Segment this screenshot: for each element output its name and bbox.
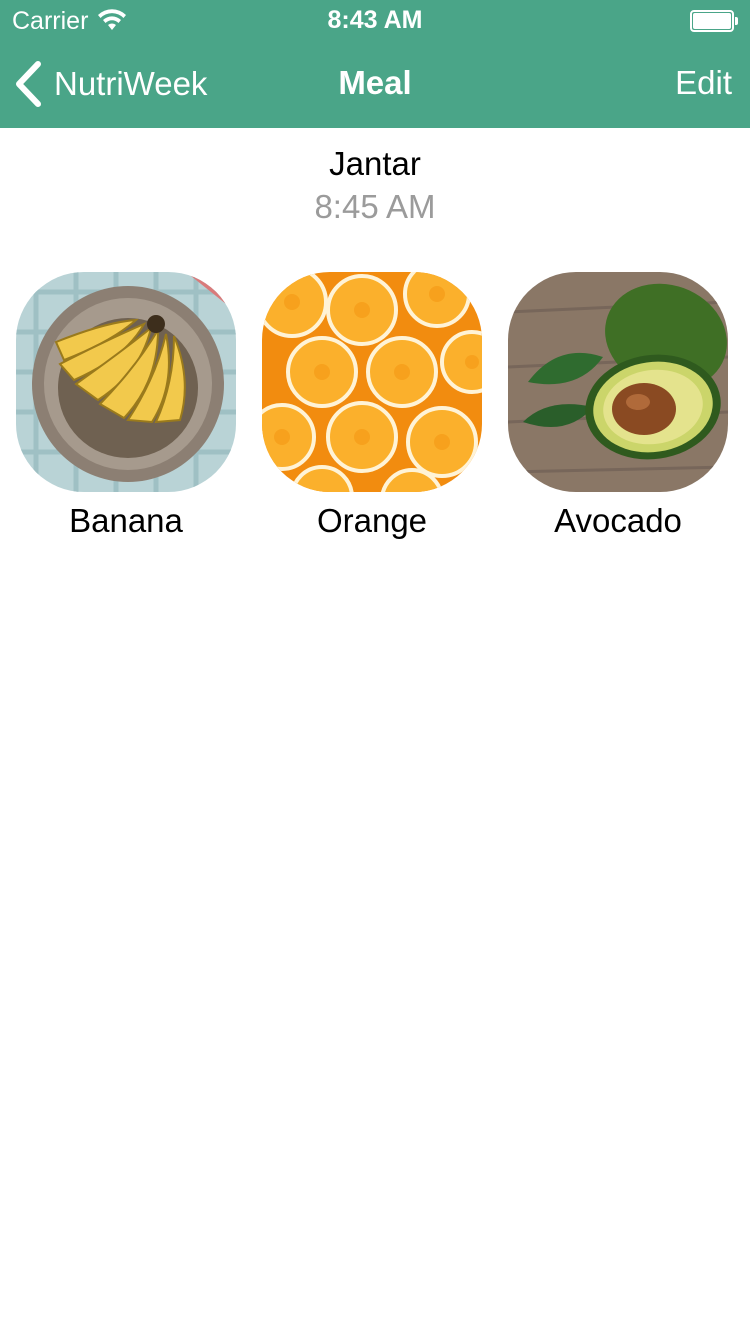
navigation-header: Carrier 8:43 AM NutriWeek Meal Edit bbox=[0, 0, 750, 128]
food-label-banana: Banana bbox=[69, 502, 183, 539]
nav-bar: NutriWeek Meal Edit bbox=[0, 40, 750, 128]
food-label-avocado: Avocado bbox=[554, 502, 682, 539]
banana-photo bbox=[16, 272, 236, 492]
status-bar: Carrier 8:43 AM bbox=[0, 0, 750, 40]
page-title: Meal bbox=[338, 64, 412, 101]
meal-time: 8:45 AM bbox=[314, 188, 436, 225]
food-label-orange: Orange bbox=[316, 502, 428, 539]
status-time: 8:43 AM bbox=[327, 6, 423, 34]
orange-slices-photo bbox=[262, 272, 482, 492]
avocado-photo bbox=[508, 272, 728, 492]
food-item-avocado[interactable]: Avocado bbox=[508, 272, 728, 540]
edit-button[interactable]: Edit bbox=[675, 64, 732, 102]
meal-name: Jantar bbox=[329, 145, 421, 182]
food-item-banana[interactable]: Banana bbox=[16, 272, 236, 540]
food-item-orange[interactable]: Orange bbox=[262, 272, 482, 540]
battery-icon bbox=[690, 10, 738, 32]
